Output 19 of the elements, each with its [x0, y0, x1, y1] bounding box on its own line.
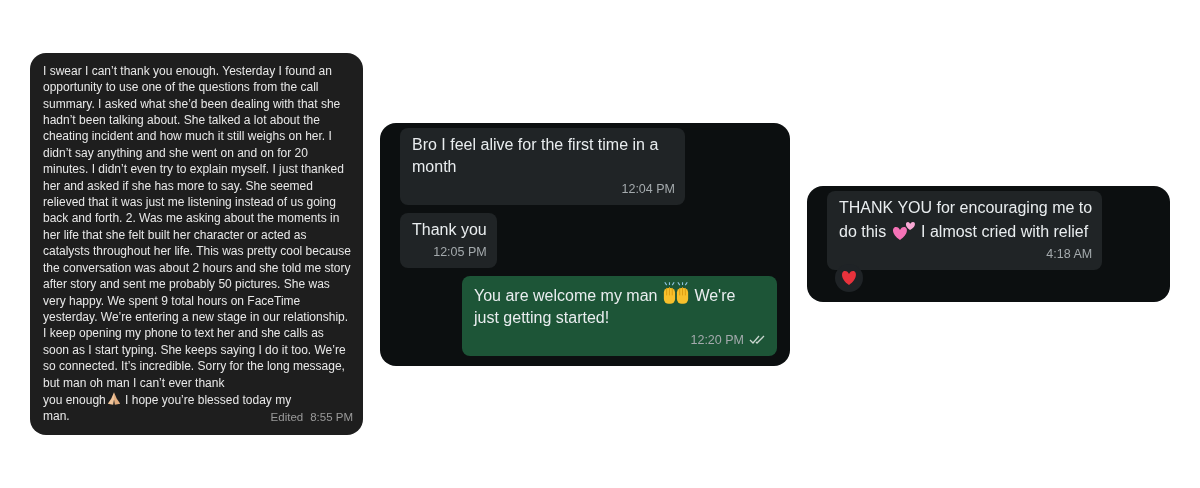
message-text: do this [839, 223, 888, 240]
edited-label: Edited [270, 409, 304, 425]
message-time: 12:05 PM [433, 243, 487, 261]
message-text: I hope you’re blessed today my [124, 392, 292, 407]
message-text: Bro I feel alive for the first time in a month [412, 135, 659, 175]
message-text: Thank you [412, 220, 487, 238]
raised-hands-icon [661, 281, 690, 305]
message-time: 12:04 PM [621, 180, 675, 198]
message-time: 4:18 AM [1046, 246, 1093, 263]
message-text: I almost cried with relief [920, 223, 1089, 240]
message-time: 8:55 PM [310, 409, 353, 425]
message-text: We're [693, 286, 736, 304]
hearts-icon [890, 219, 917, 241]
message-text: THANK YOU for encouraging me to [839, 199, 1093, 216]
message-text: just getting started! [474, 308, 610, 326]
message-text: You are welcome my man [474, 286, 659, 304]
message-time: 12:20 PM [690, 331, 744, 349]
message-text: you enough [43, 392, 106, 407]
message-text: man. [43, 409, 70, 424]
